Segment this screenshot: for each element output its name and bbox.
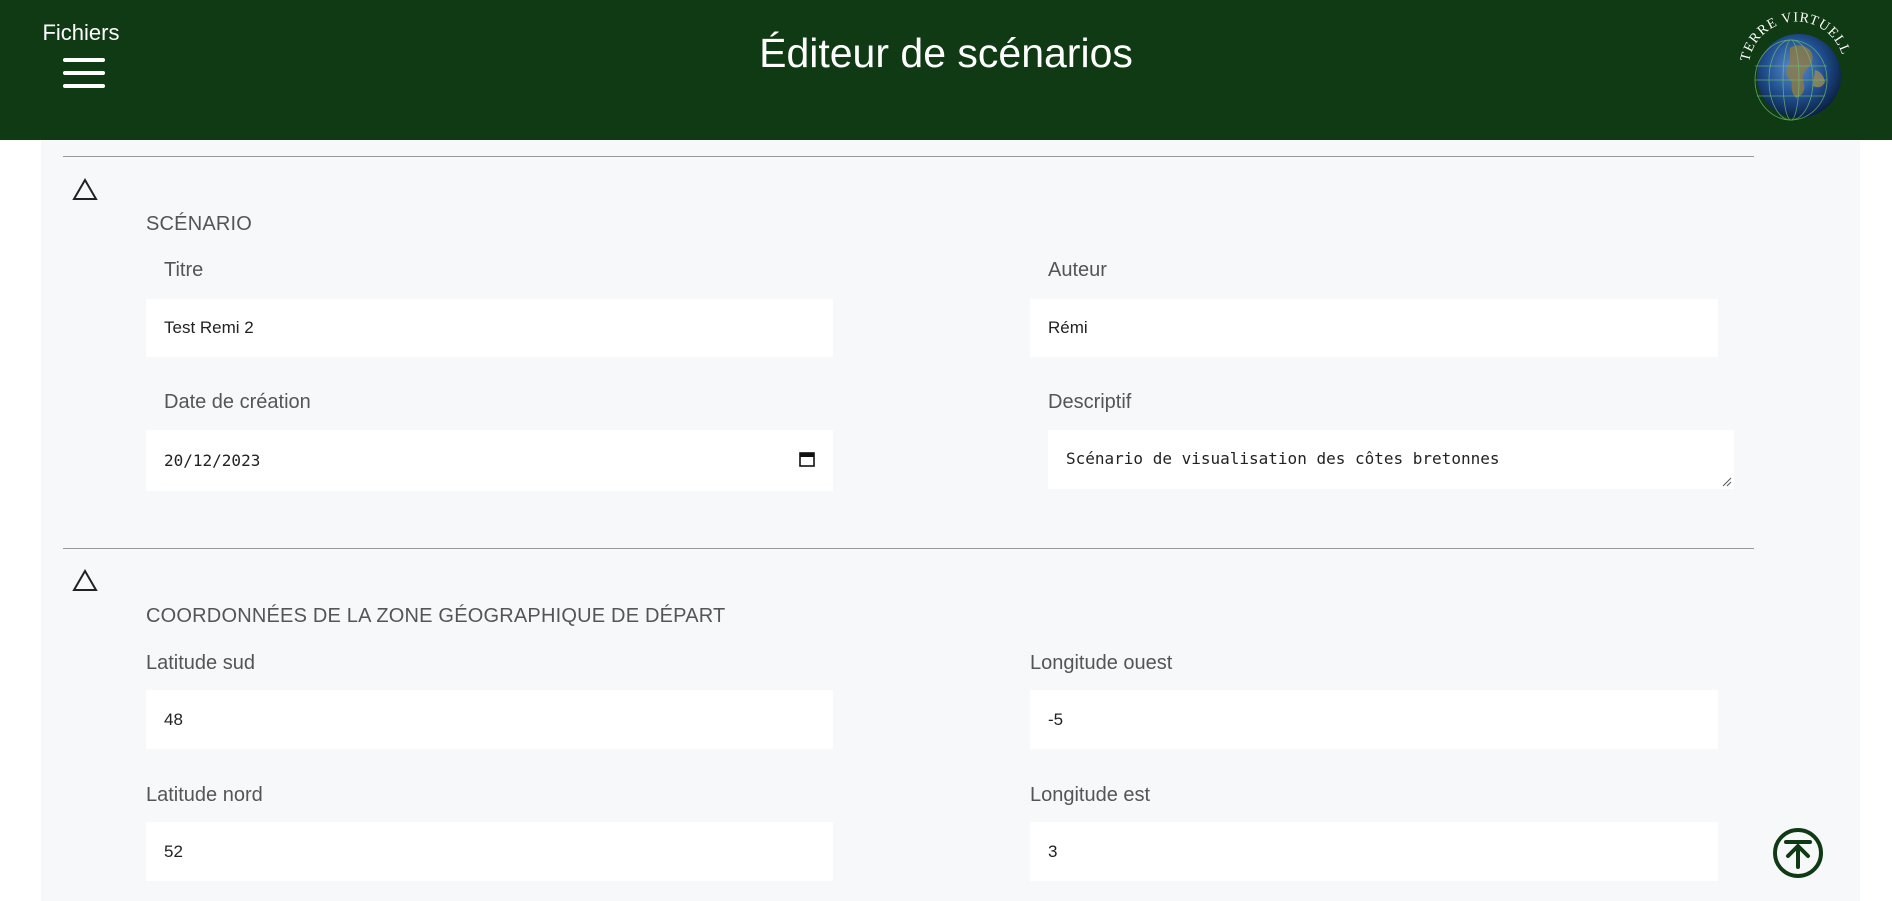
author-input[interactable]: Rémi [1030,299,1718,357]
description-value: Scénario de visualisation des côtes bret… [1066,449,1500,468]
terre-virtuelle-logo: TERRE VIRTUELLE [1735,10,1852,121]
creation-date-label: Date de création [164,391,311,413]
title-input[interactable]: Test Remi 2 [146,299,833,357]
description-textarea[interactable]: Scénario de visualisation des côtes bret… [1048,430,1734,489]
lon-east-input[interactable]: 3 [1030,822,1718,881]
scenario-section-title: SCÉNARIO [146,213,253,235]
page-title: Éditeur de scénarios [759,30,1133,76]
lon-east-label: Longitude est [1030,784,1151,806]
creation-date-input[interactable]: 20/12/2023 [146,430,833,491]
section-divider [63,156,1754,157]
app-header: Fichiers Éditeur de scénarios TERRE VIRT… [0,0,1892,140]
lat-north-label: Latitude nord [146,784,263,806]
section-divider [63,548,1754,549]
title-label: Titre [164,259,204,281]
creation-date-value: 20/12/2023 [164,451,261,470]
description-label: Descriptif [1048,391,1132,413]
resize-grip-icon[interactable] [1722,477,1732,487]
lat-north-input[interactable]: 52 [146,822,833,881]
calendar-icon[interactable] [799,451,815,467]
author-label: Auteur [1048,259,1107,281]
zone-section-title: COORDONNÉES DE LA ZONE GÉOGRAPHIQUE DE D… [146,605,726,627]
editor-content [41,140,1860,901]
triangle-up-icon[interactable] [71,177,99,203]
lat-south-input[interactable]: 48 [146,690,833,749]
triangle-up-icon[interactable] [71,568,99,594]
lon-west-input[interactable]: -5 [1030,690,1718,749]
lon-west-label: Longitude ouest [1030,652,1173,674]
lat-south-label: Latitude sud [146,652,255,674]
arrow-up-circle-icon[interactable] [1772,827,1824,879]
